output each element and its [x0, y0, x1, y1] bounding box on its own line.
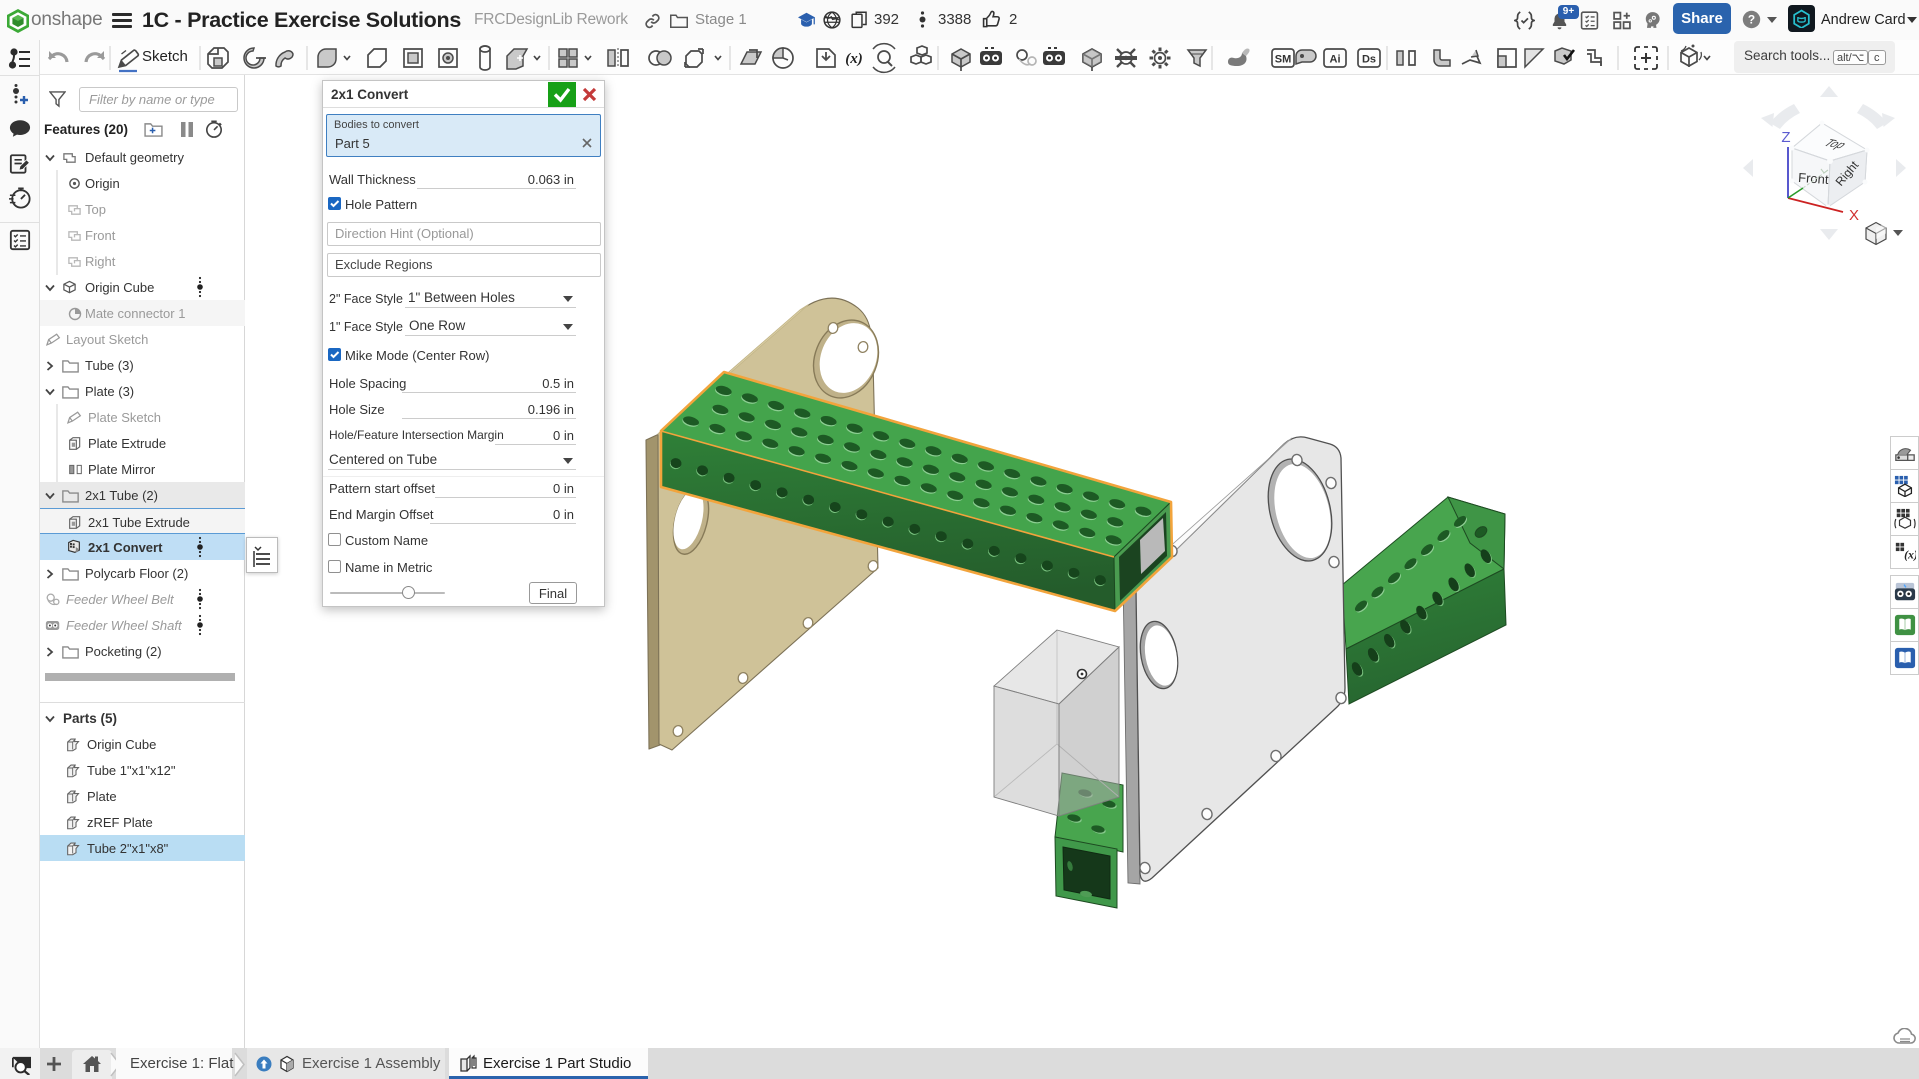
svg-text:Z: Z — [1781, 129, 1790, 146]
svg-text:(x): (x) — [845, 51, 863, 67]
svg-text:Ds: Ds — [1362, 54, 1376, 66]
svg-text:Ai: Ai — [1330, 54, 1341, 66]
svg-text:?: ? — [1748, 12, 1755, 26]
svg-text:SM: SM — [1275, 54, 1292, 66]
svg-text:X: X — [1849, 207, 1859, 224]
svg-text:(x): (x) — [1904, 547, 1916, 561]
